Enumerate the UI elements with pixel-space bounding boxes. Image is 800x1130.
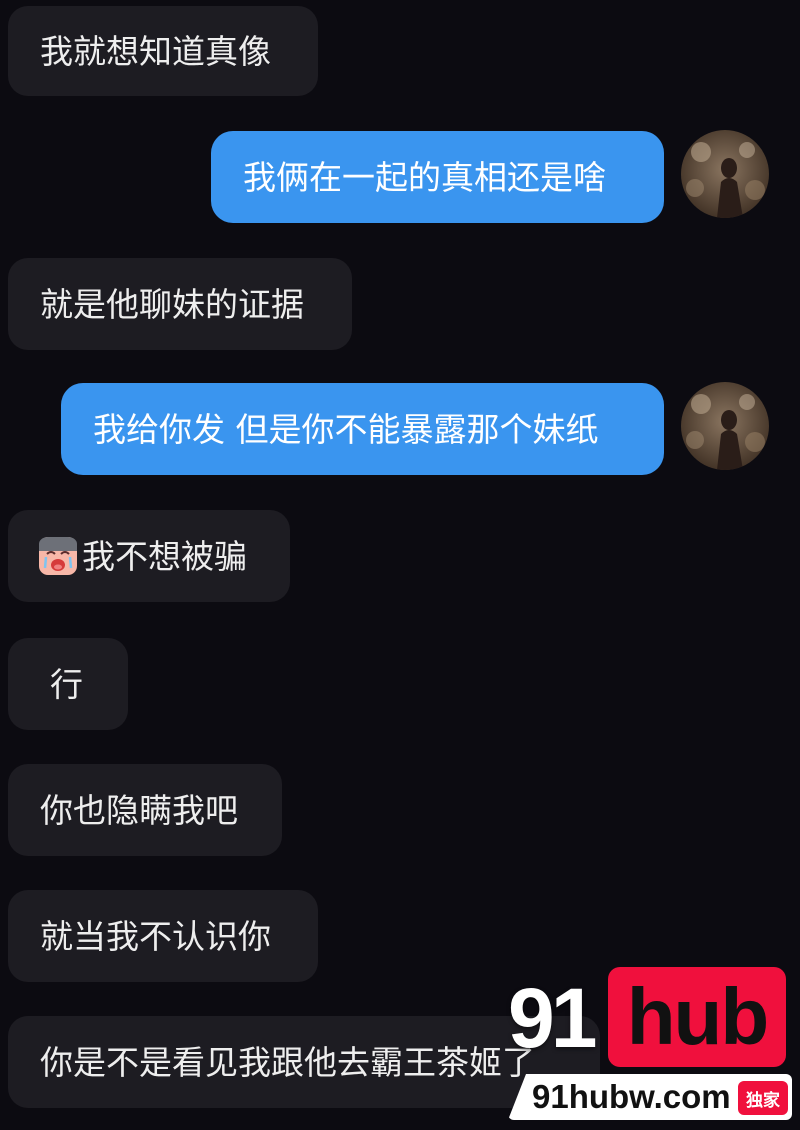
incoming-message-bubble[interactable]: 就当我不认识你 <box>8 890 318 982</box>
user-avatar[interactable] <box>681 130 769 218</box>
user-avatar[interactable] <box>681 382 769 470</box>
incoming-message-bubble[interactable]: 你也隐瞒我吧 <box>8 764 282 856</box>
incoming-message-bubble[interactable]: 就是他聊妹的证据 <box>8 258 352 350</box>
watermark-badge: 独家 <box>738 1081 788 1115</box>
incoming-message-bubble[interactable]: 我就想知道真像 <box>8 6 318 96</box>
message-text: 行 <box>50 664 83 704</box>
avatar-photo-icon <box>681 130 769 218</box>
incoming-message-bubble[interactable]: 我不想被骗 <box>8 510 290 602</box>
outgoing-message-bubble[interactable]: 我给你发 但是你不能暴露那个妹纸 <box>61 383 664 475</box>
message-text: 我就想知道真像 <box>40 31 271 71</box>
message-text: 你也隐瞒我吧 <box>40 790 238 830</box>
message-text: 你是不是看见我跟他去霸王茶姬了 <box>40 1042 535 1082</box>
crying-face-emoji-icon <box>38 536 78 576</box>
message-text: 就当我不认识你 <box>40 916 271 956</box>
message-text: 我给你发 但是你不能暴露那个妹纸 <box>93 409 599 449</box>
message-text: 我俩在一起的真相还是啥 <box>243 157 606 197</box>
watermark-url: 91hubw.com <box>532 1078 731 1115</box>
watermark-brand-box: hub <box>608 967 786 1067</box>
avatar-photo-icon <box>681 382 769 470</box>
message-text: 就是他聊妹的证据 <box>40 284 304 324</box>
watermark-brand-number: 91 <box>508 971 597 1065</box>
watermark-brand-word: hub <box>626 972 770 1061</box>
outgoing-message-bubble[interactable]: 我俩在一起的真相还是啥 <box>211 131 664 223</box>
message-text: 我不想被骗 <box>82 536 247 576</box>
chat-conversation: 我就想知道真像 我俩在一起的真相还是啥 就是他聊妹的证据 我给你发 但是你不能暴… <box>0 0 800 1130</box>
incoming-message-bubble[interactable]: 行 <box>8 638 128 730</box>
